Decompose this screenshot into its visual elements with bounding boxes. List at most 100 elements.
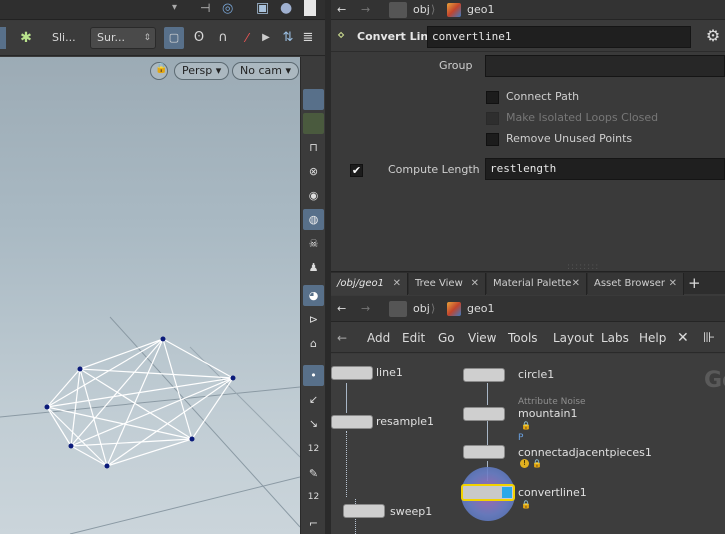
brush-icon[interactable]: ✎ xyxy=(303,463,324,484)
forward-arrow-icon[interactable]: → xyxy=(361,299,370,319)
more-icon[interactable]: ≣ xyxy=(300,27,316,49)
display-flag-icon[interactable] xyxy=(502,487,512,498)
back-arrow-icon[interactable]: ← xyxy=(337,0,346,20)
connect-path-checkbox[interactable] xyxy=(486,91,499,104)
viewport-toolbar: ✱ Sli... Sur... ⇕ ▢ ʘ ∩ ⁄ ▶ ⇅ ≣ xyxy=(0,21,325,56)
points-display-icon[interactable]: • xyxy=(303,365,324,386)
surface-dropdown[interactable]: Sur... ⇕ xyxy=(90,27,156,49)
vectors-icon[interactable]: ↘ xyxy=(303,413,324,434)
sphere-icon[interactable]: ● xyxy=(280,0,292,16)
menu-help[interactable]: Help xyxy=(639,323,666,353)
node-circle1[interactable] xyxy=(463,368,505,382)
nocam-dropdown[interactable]: No cam ▾ xyxy=(232,62,299,80)
compute-length-field[interactable]: restlength xyxy=(485,158,725,180)
target-icon[interactable]: ⊗ xyxy=(303,161,324,182)
display-mode-icon[interactable] xyxy=(303,89,324,110)
make-loops-closed-checkbox xyxy=(486,112,499,125)
tab-asset-browser[interactable]: Asset Browser ✕ xyxy=(588,273,684,295)
node-label-circle1: circle1 xyxy=(518,368,555,381)
close-icon[interactable]: ✕ xyxy=(572,273,580,295)
ghost-icon[interactable] xyxy=(303,113,324,134)
network-path-bar: ← → obj ⟩ geo1 xyxy=(331,296,725,322)
point-numbers-icon[interactable]: 12 xyxy=(303,439,324,460)
warning-icon[interactable]: ! xyxy=(520,459,529,468)
group-field[interactable] xyxy=(485,55,725,77)
network-watermark: Ge xyxy=(704,368,725,393)
menu-go[interactable]: Go xyxy=(438,323,455,353)
camera-view-icon[interactable]: ⊳ xyxy=(303,309,324,330)
node-mountain1[interactable] xyxy=(463,407,505,421)
node-line1[interactable] xyxy=(331,366,373,380)
lock-camera-icon[interactable]: 🔒 xyxy=(150,62,168,80)
surface-dropdown-label: Sur... xyxy=(97,31,125,44)
lasso-select-icon[interactable]: ʘ xyxy=(190,27,208,49)
menu-view[interactable]: View xyxy=(468,323,496,353)
pose-tool-icon[interactable]: ✱ xyxy=(16,27,36,49)
back-arrow-icon[interactable]: ← xyxy=(337,323,347,353)
remove-unused-checkbox[interactable] xyxy=(486,133,499,146)
node-label-sweep1: sweep1 xyxy=(390,505,433,518)
node-name-field[interactable]: convertline1 xyxy=(427,26,691,48)
path-geo[interactable]: geo1 xyxy=(467,299,494,319)
back-arrow-icon[interactable]: ← xyxy=(337,299,346,319)
menu-tools[interactable]: Tools xyxy=(508,323,538,353)
node-connectadjacentpieces1[interactable] xyxy=(463,445,505,459)
gear-icon[interactable]: ⚙ xyxy=(703,26,723,46)
tools-wrench-icon[interactable]: ✕ xyxy=(677,323,689,353)
geo-icon xyxy=(447,3,461,17)
render-view-icon[interactable]: ⌂ xyxy=(303,333,324,354)
close-icon[interactable]: ✕ xyxy=(471,273,479,295)
menu-add[interactable]: Add xyxy=(367,323,390,353)
path-obj[interactable]: obj xyxy=(413,299,430,319)
node-sweep1[interactable] xyxy=(343,504,385,518)
laser-select-icon[interactable]: ⁄ xyxy=(238,27,256,49)
display-options-toolbar: ⊓ ⊗ ◉ ◍ ☠ ♟ ◕ ⊳ ⌂ • ↙ ↘ 12 ✎ 12 ⌐ xyxy=(300,57,325,534)
node-resample1[interactable] xyxy=(331,415,373,429)
tab-obj-geo1[interactable]: /obj/geo1 ✕ xyxy=(331,273,408,295)
dropdown-arrow-icon[interactable]: ▾ xyxy=(172,2,177,13)
menu-layout[interactable]: Layout xyxy=(553,323,594,353)
pin-icon[interactable]: ⊣ xyxy=(200,1,210,15)
play-arrow-icon[interactable]: ▶ xyxy=(260,27,272,49)
add-tab-icon[interactable]: + xyxy=(688,273,701,293)
mesh-edge xyxy=(70,377,234,447)
light-icon[interactable] xyxy=(304,0,316,16)
node-label-resample1: resample1 xyxy=(376,415,435,428)
selection-mode-label[interactable]: Sli... xyxy=(52,27,76,49)
grid-line xyxy=(109,316,300,528)
align-icon[interactable]: ⇅ xyxy=(280,27,296,49)
compute-length-toggle[interactable]: ✔ xyxy=(350,164,363,177)
target-icon[interactable]: ◎ xyxy=(222,1,233,16)
menu-labs[interactable]: Labs xyxy=(601,323,629,353)
brush-select-icon[interactable]: ∩ xyxy=(214,27,232,49)
network-editor-canvas[interactable]: Ge line1 resample1 sweep1 circle1 Attrib… xyxy=(331,354,725,534)
close-icon[interactable]: ✕ xyxy=(669,273,677,295)
skull-icon[interactable]: ☠ xyxy=(303,233,324,254)
camera-dropdown[interactable]: Persp ▾ xyxy=(174,62,230,80)
visibility-icon[interactable]: ◉ xyxy=(303,185,324,206)
node-comment-connect: P xyxy=(518,433,524,443)
handle-icon[interactable] xyxy=(0,27,6,49)
scene-viewport[interactable]: 0 0 🔒 Persp ▾ No cam ▾ xyxy=(0,57,300,534)
forward-arrow-icon[interactable]: → xyxy=(361,0,370,20)
shading-ball-icon[interactable]: ◕ xyxy=(303,285,324,306)
prim-numbers-icon[interactable]: 12 xyxy=(303,487,324,508)
lightbulb-icon[interactable]: ◍ xyxy=(303,209,324,230)
path-geo[interactable]: geo1 xyxy=(467,0,494,20)
mesh-point xyxy=(44,404,50,410)
tab-tree-view[interactable]: Tree View ✕ xyxy=(409,273,486,295)
lock-icon[interactable]: ⊓ xyxy=(303,137,324,158)
close-icon[interactable]: ✕ xyxy=(393,273,401,295)
wire xyxy=(487,383,488,405)
nocam-dropdown-label: No cam xyxy=(240,64,282,77)
box-select-icon[interactable]: ▢ xyxy=(164,27,184,49)
menu-edit[interactable]: Edit xyxy=(402,323,425,353)
cube-icon[interactable]: ▣ xyxy=(256,0,269,16)
path-obj[interactable]: obj xyxy=(413,0,430,20)
tab-material-palette[interactable]: Material Palette ✕ xyxy=(487,273,587,295)
skeleton-icon[interactable]: ♟ xyxy=(303,257,324,278)
tree-list-icon[interactable]: ⊪ xyxy=(703,323,715,353)
mesh-edge xyxy=(46,368,81,408)
corner-icon[interactable]: ⌐ xyxy=(303,513,324,534)
normals-icon[interactable]: ↙ xyxy=(303,389,324,410)
